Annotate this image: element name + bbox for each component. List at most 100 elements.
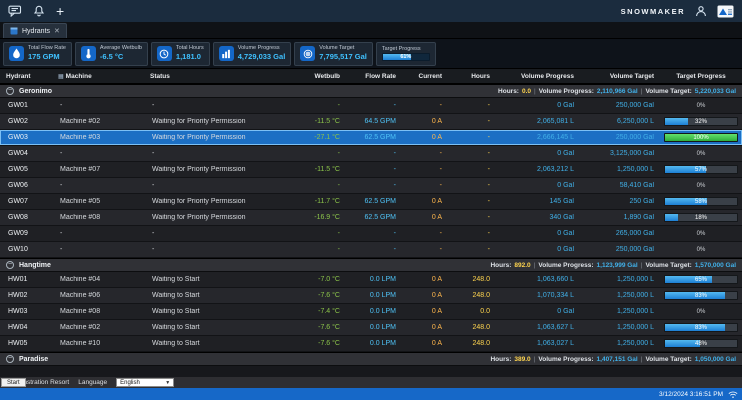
- target-progress-bar: 0%: [664, 101, 738, 110]
- table-row[interactable]: GW10 - - - - - - 0 Gal 250,000 Gal 0%: [0, 242, 742, 258]
- chevron-down-icon: ▼: [165, 380, 170, 386]
- cell-machine: Machine #03: [52, 134, 144, 141]
- cell-flow-rate: -: [346, 102, 402, 109]
- target-progress-pct: 65%: [665, 276, 737, 283]
- column-header-target-progress[interactable]: Target Progress: [660, 73, 742, 80]
- cell-current: 0 A: [402, 198, 448, 205]
- group-name: Geronimo: [19, 88, 52, 95]
- start-button[interactable]: Start: [1, 378, 26, 387]
- target-progress-pct: 48%: [665, 340, 737, 347]
- group-header[interactable]: − Paradise Hours: 389.0 | Volume Progres…: [0, 352, 742, 366]
- cell-volume-target: 1,250,000 L: [580, 292, 660, 299]
- table-row[interactable]: GW08 Machine #08 Waiting for Priority Pe…: [0, 210, 742, 226]
- target-progress-pct: 0%: [665, 150, 737, 157]
- table-row[interactable]: HW04 Machine #02 Waiting to Start -7.6 °…: [0, 320, 742, 336]
- cell-hydrant: HW05: [0, 340, 52, 347]
- group-volume-progress-label: Volume Progress:: [539, 88, 594, 95]
- cell-volume-progress: 1,063,660 L: [496, 276, 580, 283]
- card-label: Total Hours: [176, 45, 204, 52]
- topbar: + SNOWMAKER: [0, 0, 742, 22]
- group-hours-value: 389.0: [514, 356, 530, 363]
- table-row[interactable]: GW03 Machine #03 Waiting for Priority Pe…: [0, 130, 742, 146]
- cell-hydrant: HW04: [0, 324, 52, 331]
- cell-hours: 0.0: [448, 308, 496, 315]
- tab-hydrants[interactable]: Hydrants ✕: [3, 23, 67, 38]
- cell-hours: -: [448, 166, 496, 173]
- cell-status: Waiting to Start: [144, 340, 294, 347]
- table-row[interactable]: HW05 Machine #10 Waiting to Start -7.6 °…: [0, 336, 742, 352]
- cell-target-progress: 0%: [660, 307, 742, 316]
- cell-volume-progress: 1,063,627 L: [496, 324, 580, 331]
- cell-flow-rate: -: [346, 246, 402, 253]
- table-row[interactable]: HW01 Machine #04 Waiting to Start -7.0 °…: [0, 272, 742, 288]
- card-value: -6.5 °C: [100, 52, 142, 61]
- cell-status: Waiting to Start: [144, 276, 294, 283]
- target-progress-pct: 0%: [665, 308, 737, 315]
- user-account-icon[interactable]: [695, 5, 707, 17]
- column-header-status[interactable]: Status: [144, 73, 294, 80]
- target-progress-bar: 57%: [664, 165, 738, 174]
- messages-icon[interactable]: [8, 5, 22, 17]
- footer: Start Demonstration Resort Language Engl…: [0, 377, 742, 400]
- group-header[interactable]: − Hangtime Hours: 892.0 | Volume Progres…: [0, 258, 742, 272]
- cell-status: Waiting for Priority Permission: [144, 134, 294, 141]
- table-row[interactable]: GW07 Machine #05 Waiting for Priority Pe…: [0, 194, 742, 210]
- target-progress-pct: 0%: [665, 182, 737, 189]
- cell-current: -: [402, 182, 448, 189]
- collapse-group-icon[interactable]: −: [6, 261, 14, 269]
- table-row[interactable]: GW09 - - - - - - 0 Gal 265,000 Gal 0%: [0, 226, 742, 242]
- column-header-wetbulb[interactable]: Wetbulb: [294, 73, 346, 80]
- column-header-flow-rate[interactable]: Flow Rate: [346, 73, 402, 80]
- table-row[interactable]: GW05 Machine #07 Waiting for Priority Pe…: [0, 162, 742, 178]
- table-header: Hydrant ▦Machine Status Wetbulb Flow Rat…: [0, 69, 742, 84]
- cell-wetbulb: -: [294, 150, 346, 157]
- cell-target-progress: 83%: [660, 291, 742, 300]
- topbar-right: SNOWMAKER: [621, 5, 734, 18]
- cell-target-progress: 0%: [660, 245, 742, 254]
- group-volume-target-value: 1,050,000 Gal: [695, 356, 736, 363]
- alarms-bell-icon[interactable]: [33, 5, 45, 17]
- cell-hydrant: GW01: [0, 102, 52, 109]
- target-progress-pct: 0%: [665, 246, 737, 253]
- collapse-group-icon[interactable]: −: [6, 87, 14, 95]
- column-header-volume-progress[interactable]: Volume Progress: [496, 73, 580, 80]
- table-row[interactable]: HW03 Machine #08 Waiting to Start -7.4 °…: [0, 304, 742, 320]
- cell-wetbulb: -16.9 °C: [294, 214, 346, 221]
- snowmaker-app: + SNOWMAKER: [0, 0, 742, 400]
- card-total-flow-rate: Total Flow Rate 175 GPM: [3, 42, 72, 66]
- target-progress-bar: 0%: [664, 229, 738, 238]
- cell-machine: Machine #04: [52, 276, 144, 283]
- cell-machine: Machine #05: [52, 198, 144, 205]
- table-row[interactable]: GW01 - - - - - - 0 Gal 250,000 Gal 0%: [0, 98, 742, 114]
- cell-wetbulb: -7.6 °C: [294, 340, 346, 347]
- column-header-hydrant[interactable]: Hydrant: [0, 73, 52, 80]
- group-volume-progress-value: 1,407,151 Gal: [597, 356, 638, 363]
- cell-machine: -: [52, 230, 144, 237]
- tab-close-icon[interactable]: ✕: [54, 28, 60, 35]
- cell-hydrant: HW02: [0, 292, 52, 299]
- group-header[interactable]: − Geronimo Hours: 0.0 | Volume Progress:…: [0, 84, 742, 98]
- card-value: 4,729,033 Gal: [238, 52, 286, 61]
- column-header-hours[interactable]: Hours: [448, 73, 496, 80]
- add-tab-icon[interactable]: +: [56, 4, 64, 18]
- target-progress-pct: 58%: [665, 198, 737, 205]
- table-row[interactable]: GW06 - - - - - - 0 Gal 58,410 Gal 0%: [0, 178, 742, 194]
- table-row[interactable]: GW04 - - - - - - 0 Gal 3,125,000 Gal 0%: [0, 146, 742, 162]
- cell-status: Waiting to Start: [144, 292, 294, 299]
- network-icon[interactable]: [728, 390, 738, 399]
- card-value: 175 GPM: [28, 52, 66, 61]
- column-header-current[interactable]: Current: [402, 73, 448, 80]
- target-progress-pct: 100%: [665, 134, 737, 141]
- cell-volume-progress: 2,666,145 L: [496, 134, 580, 141]
- column-header-volume-target[interactable]: Volume Target: [580, 73, 660, 80]
- cell-machine: -: [52, 182, 144, 189]
- language-select[interactable]: English ▼: [116, 378, 174, 387]
- column-header-machine[interactable]: ▦Machine: [52, 73, 144, 80]
- cell-status: -: [144, 150, 294, 157]
- cell-flow-rate: 0.0 LPM: [346, 340, 402, 347]
- table-row[interactable]: HW02 Machine #06 Waiting to Start -7.6 °…: [0, 288, 742, 304]
- group-summary: Hours: 0.0 | Volume Progress: 2,110,966 …: [498, 88, 736, 95]
- table-row[interactable]: GW02 Machine #02 Waiting for Priority Pe…: [0, 114, 742, 130]
- collapse-group-icon[interactable]: −: [6, 355, 14, 363]
- cell-status: -: [144, 102, 294, 109]
